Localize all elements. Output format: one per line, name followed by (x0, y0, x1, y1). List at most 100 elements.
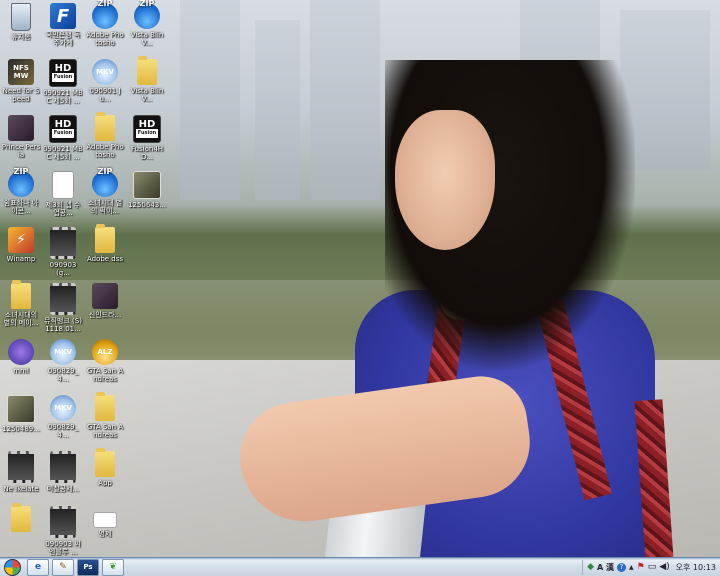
desktop-icon-winamp[interactable]: ⚡ Winamp (1, 227, 41, 263)
desktop-icon-label: mml (13, 367, 29, 375)
photo-2-icon (7, 395, 35, 423)
volume-icon[interactable]: ◀) (659, 562, 669, 572)
desktop-icon-doc-1[interactable]: TXT 제3회 앱 수업공... (43, 171, 83, 217)
desktop-icon-folder-7[interactable] (1, 503, 41, 534)
chevron-up-icon[interactable]: ▲ (629, 564, 634, 571)
desktop-icon-mmi[interactable]: mml (1, 339, 41, 375)
desktop-icon-mkv-1[interactable]: MKV 090901 Ju... (85, 59, 125, 103)
mmi-icon (8, 339, 34, 365)
desktop-icon-label: 미칠공세... (46, 485, 80, 493)
poster-1-icon (92, 283, 118, 309)
hd-1-icon: HD Fusion (49, 59, 77, 87)
internet-explorer-icon: e (34, 562, 42, 572)
desktop-icon-card[interactable]: 명제 (85, 506, 125, 538)
desktop-icon-folder-4[interactable]: 소녀시대의 별의 메이... (1, 280, 41, 327)
folder-7-icon (11, 503, 31, 532)
desktop-icon-label: 명제 (98, 530, 112, 538)
desktop-icon-mkv-2[interactable]: MKV 090829_4... (43, 339, 83, 383)
desktop-icon-zip-2[interactable]: Vista BlinV... (127, 0, 167, 47)
mkv-1-icon: MKV (92, 59, 118, 85)
desktop-icon-label: GTA San Andreas (86, 423, 124, 439)
leaf-launch-button[interactable]: ❦ (102, 558, 124, 576)
desktop-icon-label: 제3회 앱 수업공... (45, 201, 81, 217)
desktop-icon-label: 소녀시대 별의 퍽이... (87, 199, 123, 215)
desktop-icon-label: 소녀시대의 별의 메이... (3, 311, 39, 327)
ie-launch-button[interactable]: e (27, 558, 49, 576)
network-icon[interactable]: ▭ (648, 562, 657, 572)
video-4-icon (50, 451, 76, 483)
desktop-icon-folder-3[interactable]: Adobe dss (85, 224, 125, 263)
desktop-icon-label: Adobe Photosho (86, 31, 124, 47)
desktop-icon-video-5[interactable]: 090903 씨엔블루 ... (43, 506, 83, 556)
clock[interactable]: 오후 10:13 (676, 562, 716, 573)
doc-1-icon: TXT (52, 171, 74, 199)
photoshop-launch-button[interactable]: Ps (77, 558, 99, 576)
desktop-icon-zip-3[interactable]: 쉼표하나 아이콘... (1, 167, 41, 215)
desktop-icon-label: 090921 MBC 제5회 ... (43, 89, 83, 105)
taskbar: e ✎ Ps ❦ ◆ A 漢 ? ▲ ⚑ ▭ ◀) 오후 10:13 (0, 557, 720, 576)
desktop-icon-nfs[interactable]: NFS MW Need for Speed (1, 59, 41, 103)
desktop-icon-zip-4[interactable]: 소녀시대 별의 퍽이... (85, 167, 125, 215)
desktop-icon-video-2[interactable]: 뮤직뱅크 (S) 1118.01... (43, 283, 83, 333)
zip-4-icon (92, 167, 118, 197)
desktop-icon-label: Winamp (6, 255, 36, 263)
wallpaper-figure-face (395, 110, 495, 250)
desktop-icon-prince[interactable]: Prince Persia (1, 115, 41, 159)
recycle-bin-icon (11, 3, 31, 31)
desktop-icon-label: Vista BlinV... (130, 87, 164, 103)
desktop-icon-folder-1[interactable]: Vista BlinV... (127, 56, 167, 103)
windows-orb-icon (3, 558, 21, 576)
desktop-icon-video-4[interactable]: 미칠공세... (43, 451, 83, 493)
desktop-icon-label: 090921 MBC 제5회 ... (43, 145, 83, 161)
desktop-icon-folder-5[interactable]: GTA San Andreas (85, 392, 125, 439)
folder-3-icon (95, 224, 115, 253)
shield-icon[interactable]: ◆ (587, 562, 594, 572)
zip-2-icon (134, 0, 160, 29)
folder-5-icon (95, 392, 115, 421)
desktop-icon-video-3[interactable]: Ne Ikelate (1, 451, 41, 493)
desktop-icon-mkv-3[interactable]: MKV 090829_4... (43, 395, 83, 439)
ime-indicator[interactable]: A 漢 (597, 562, 614, 573)
desktop-icon-recycle-bin[interactable]: 휴지통 (1, 3, 41, 41)
desktop-icon-photo-2[interactable]: 1250489... (1, 395, 41, 433)
mkv-2-icon: MKV (50, 339, 76, 365)
desktop-icon-folder-2[interactable]: Adobe Photosho (85, 112, 125, 159)
tool-launch-button[interactable]: ✎ (52, 558, 74, 576)
video-1-icon (50, 227, 76, 259)
start-button[interactable] (0, 558, 24, 576)
help-icon[interactable]: ? (617, 562, 627, 572)
desktop-icon-video-1[interactable]: 090903 (g... (43, 227, 83, 277)
desktop-icon-label: Need for Speed (2, 87, 40, 103)
hd-3-icon: HD Fusion (133, 115, 161, 143)
desktop-icon-app-f[interactable]: F 국민은행 독주가계 (43, 3, 83, 47)
desktop-icon-folder-6[interactable]: App (85, 448, 125, 487)
desktop-icon-label: Adobe Photosho (86, 143, 124, 159)
desktop-icon-alz[interactable]: ALZ GTA San Andreas (85, 339, 125, 383)
wallpaper-building (255, 20, 300, 200)
wallpaper-building (180, 0, 240, 200)
flag-icon[interactable]: ⚑ (637, 562, 645, 572)
desktop-icon-label: GTA San Andreas (86, 367, 124, 383)
desktop-icon-photo-1[interactable]: 1250643... (127, 171, 167, 209)
desktop-icon-label: 090903 씨엔블루 ... (45, 540, 81, 556)
desktop-icon-zip-1[interactable]: Adobe Photosho (85, 0, 125, 47)
folder-1-icon (137, 56, 157, 85)
card-icon (93, 512, 117, 528)
desktop-icon-label: Vista BlinV... (130, 31, 164, 47)
video-3-icon (8, 451, 34, 483)
photo-1-icon (133, 171, 161, 199)
wallpaper-building (310, 0, 380, 200)
desktop-icon-hd-2[interactable]: HD Fusion 090921 MBC 제5회 ... (43, 115, 83, 161)
desktop-icon-hd-3[interactable]: HD Fusion Fusion4HD... (127, 115, 167, 161)
photoshop-icon: Ps (83, 563, 93, 571)
leaf-icon: ❦ (109, 562, 117, 572)
desktop-icon-label: 휴지통 (11, 33, 31, 41)
desktop-icon-poster-1[interactable]: 신인드라... (85, 283, 125, 319)
video-2-icon (50, 283, 76, 315)
folder-4-icon (11, 280, 31, 309)
desktop-icon-label: 신인드라... (88, 311, 122, 319)
desktop-icon-label: 1250489... (2, 425, 40, 433)
alz-icon: ALZ (92, 339, 118, 365)
desktop-icon-hd-1[interactable]: HD Fusion 090921 MBC 제5회 ... (43, 59, 83, 105)
desktop-icon-label: 090829_4... (47, 423, 79, 439)
